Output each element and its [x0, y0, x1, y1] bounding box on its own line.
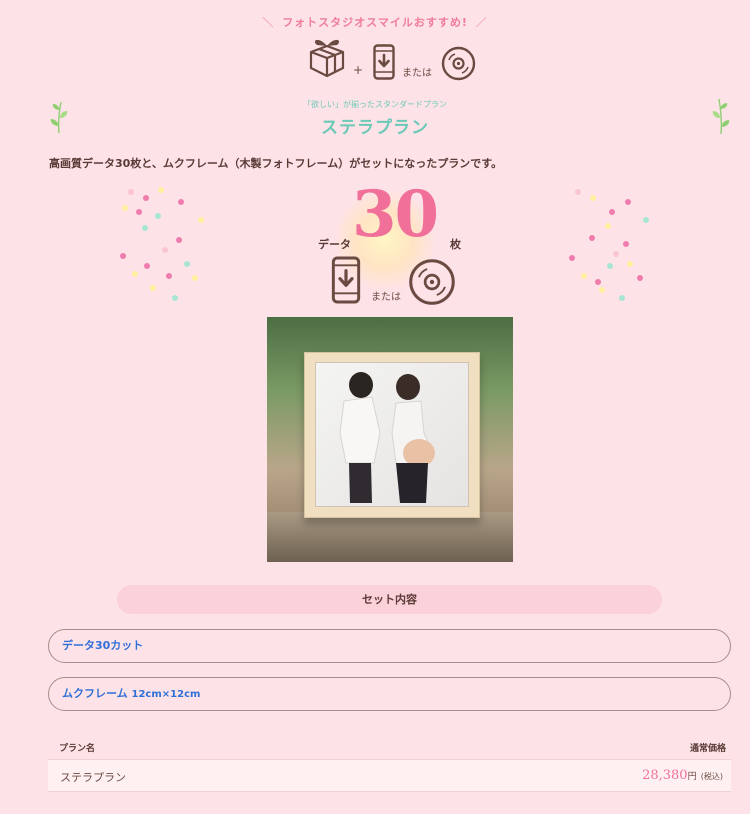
count-unit: 枚	[450, 238, 461, 251]
col-regular-price: 通常価格	[689, 744, 726, 754]
data-count: 30	[352, 177, 439, 252]
table-row: ステラプラン 28,380円 (税込)	[48, 759, 731, 792]
plus-sign: +	[353, 63, 364, 77]
confetti-left	[118, 187, 218, 307]
plan-subtitle: 「欲しい」が揃ったスタンダードプラン	[303, 100, 447, 109]
data-label: データ	[318, 238, 351, 251]
gift-icon	[309, 39, 345, 78]
smartphone-download-icon	[373, 44, 395, 80]
or-text: または	[371, 292, 401, 303]
row-price: 28,380円 (税込)	[642, 768, 723, 783]
header-icon-row: + または	[300, 34, 480, 82]
disc-icon	[409, 259, 455, 305]
col-plan-name: プラン名	[59, 744, 96, 754]
banner-left-deco: ＼	[262, 16, 275, 29]
price-unit: 円	[687, 772, 697, 782]
set-item-label: データ30カット	[62, 639, 144, 652]
banner-text: フォトスタジオスマイルおすすめ!	[282, 16, 468, 29]
price-value: 28,380	[642, 768, 688, 783]
smartphone-download-icon	[331, 256, 361, 304]
couple-silhouette	[339, 372, 435, 503]
set-item-size: 12cm×12cm	[131, 689, 201, 700]
set-item-label: ムクフレーム	[62, 687, 128, 700]
disc-icon	[441, 46, 476, 81]
photo-table	[267, 512, 513, 562]
set-contents-header: セット内容	[117, 585, 662, 614]
plan-title: ステラプラン	[321, 118, 429, 138]
price-tax-note: (税込)	[700, 772, 723, 781]
set-item-data[interactable]: データ30カット	[48, 629, 731, 663]
or-text: または	[402, 68, 432, 79]
wooden-photo-frame	[304, 352, 480, 518]
banner-right-deco: ／	[475, 16, 488, 29]
confetti-right	[565, 187, 665, 307]
recommend-banner: ＼ フォトスタジオスマイルおすすめ! ／	[0, 14, 750, 30]
plan-description: 高画質データ30枚と、ムクフレーム（木製フォトフレーム）がセットになったプランで…	[49, 157, 503, 170]
row-plan-name: ステラプラン	[60, 771, 126, 784]
set-item-frame[interactable]: ムクフレーム 12cm×12cm	[48, 677, 731, 711]
frame-picture	[315, 362, 469, 507]
product-photo	[267, 317, 513, 562]
